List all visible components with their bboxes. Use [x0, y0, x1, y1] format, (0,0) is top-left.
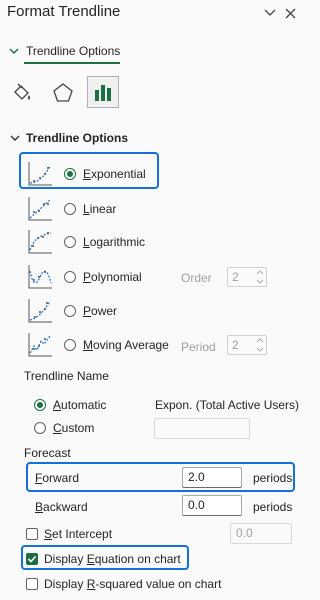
- radio-custom[interactable]: [34, 422, 46, 434]
- period-value: 2: [232, 338, 239, 352]
- tab-trendline-options[interactable]: Trendline Options: [8, 38, 120, 64]
- intercept-input[interactable]: 0.0: [230, 523, 292, 544]
- pane-title: Format Trendline: [7, 3, 121, 20]
- radio-power[interactable]: [64, 305, 76, 317]
- polynomial-trend-icon: [24, 261, 56, 293]
- period-stepper[interactable]: 2: [227, 335, 267, 355]
- trendline-name-heading: Trendline Name: [24, 369, 109, 383]
- label-moving-average: Moving Average: [83, 338, 169, 352]
- type-power[interactable]: Power: [24, 295, 117, 327]
- name-custom-option[interactable]: Custom: [34, 421, 94, 435]
- fill-line-icon[interactable]: [6, 77, 38, 109]
- moving-average-trend-icon: [24, 329, 56, 361]
- radio-exponential[interactable]: [64, 168, 76, 180]
- backward-label: Backward: [35, 500, 88, 514]
- type-linear[interactable]: Linear: [24, 193, 116, 225]
- stepper-arrows-icon[interactable]: [256, 269, 264, 285]
- label-exponential: Exponential: [83, 167, 146, 181]
- chevron-down-icon[interactable]: [262, 5, 278, 21]
- forward-label: Forward: [35, 471, 80, 485]
- display-equation-checkbox[interactable]: [26, 553, 38, 565]
- forecast-heading: Forecast: [24, 446, 71, 460]
- automatic-name-value: Expon. (Total Active Users): [155, 398, 300, 412]
- close-icon[interactable]: [282, 5, 298, 21]
- section-title: Trendline Options: [26, 131, 129, 145]
- label-custom: Custom: [53, 421, 95, 435]
- display-equation-label: Display Equation on chart: [44, 552, 181, 566]
- display-r-squared-checkbox[interactable]: [26, 578, 38, 590]
- forward-input[interactable]: 2.0: [182, 467, 242, 488]
- label-linear: Linear: [83, 202, 117, 216]
- power-trend-icon: [24, 295, 56, 327]
- display-equation-option[interactable]: Display Equation on chart: [26, 552, 181, 566]
- tab-underline: [24, 62, 120, 64]
- linear-trend-icon: [24, 193, 56, 225]
- set-intercept-label: Set Intercept: [44, 527, 113, 541]
- order-label: Order: [181, 271, 212, 285]
- set-intercept-checkbox[interactable]: [26, 528, 38, 540]
- tab-label: Trendline Options: [26, 44, 121, 58]
- name-automatic-option[interactable]: Automatic: [34, 398, 106, 412]
- label-logarithmic: Logarithmic: [83, 235, 146, 249]
- order-value: 2: [232, 270, 239, 284]
- backward-unit: periods: [253, 500, 293, 514]
- chevron-down-icon: [9, 48, 19, 54]
- display-r-squared-label: Display R-squared value on chart: [44, 577, 222, 591]
- backward-input[interactable]: 0.0: [182, 495, 242, 516]
- label-automatic: Automatic: [53, 398, 107, 412]
- type-polynomial[interactable]: Polynomial: [24, 261, 142, 293]
- stepper-arrows-icon[interactable]: [256, 337, 264, 353]
- radio-automatic[interactable]: [34, 399, 46, 411]
- radio-polynomial[interactable]: [64, 271, 76, 283]
- trendline-options-bar-chart-icon[interactable]: [87, 76, 119, 108]
- custom-name-input[interactable]: [154, 418, 250, 439]
- order-stepper[interactable]: 2: [227, 267, 267, 287]
- forward-unit: periods: [253, 471, 293, 485]
- label-polynomial: Polynomial: [83, 270, 142, 284]
- set-intercept-option[interactable]: Set Intercept: [26, 527, 112, 541]
- type-moving-average[interactable]: Moving Average: [24, 329, 169, 361]
- checkmark-icon: [27, 555, 37, 563]
- display-r-squared-option[interactable]: Display R-squared value on chart: [26, 577, 221, 591]
- label-power: Power: [83, 304, 118, 318]
- chevron-down-icon[interactable]: [10, 133, 20, 143]
- radio-moving-average[interactable]: [64, 339, 76, 351]
- exponential-trend-icon: [24, 158, 56, 190]
- logarithmic-trend-icon: [24, 226, 56, 258]
- radio-linear[interactable]: [64, 203, 76, 215]
- type-exponential[interactable]: Exponential: [24, 158, 146, 190]
- period-label: Period: [181, 340, 216, 354]
- effects-pentagon-icon[interactable]: [47, 77, 79, 109]
- radio-logarithmic[interactable]: [64, 236, 76, 248]
- type-logarithmic[interactable]: Logarithmic: [24, 226, 145, 258]
